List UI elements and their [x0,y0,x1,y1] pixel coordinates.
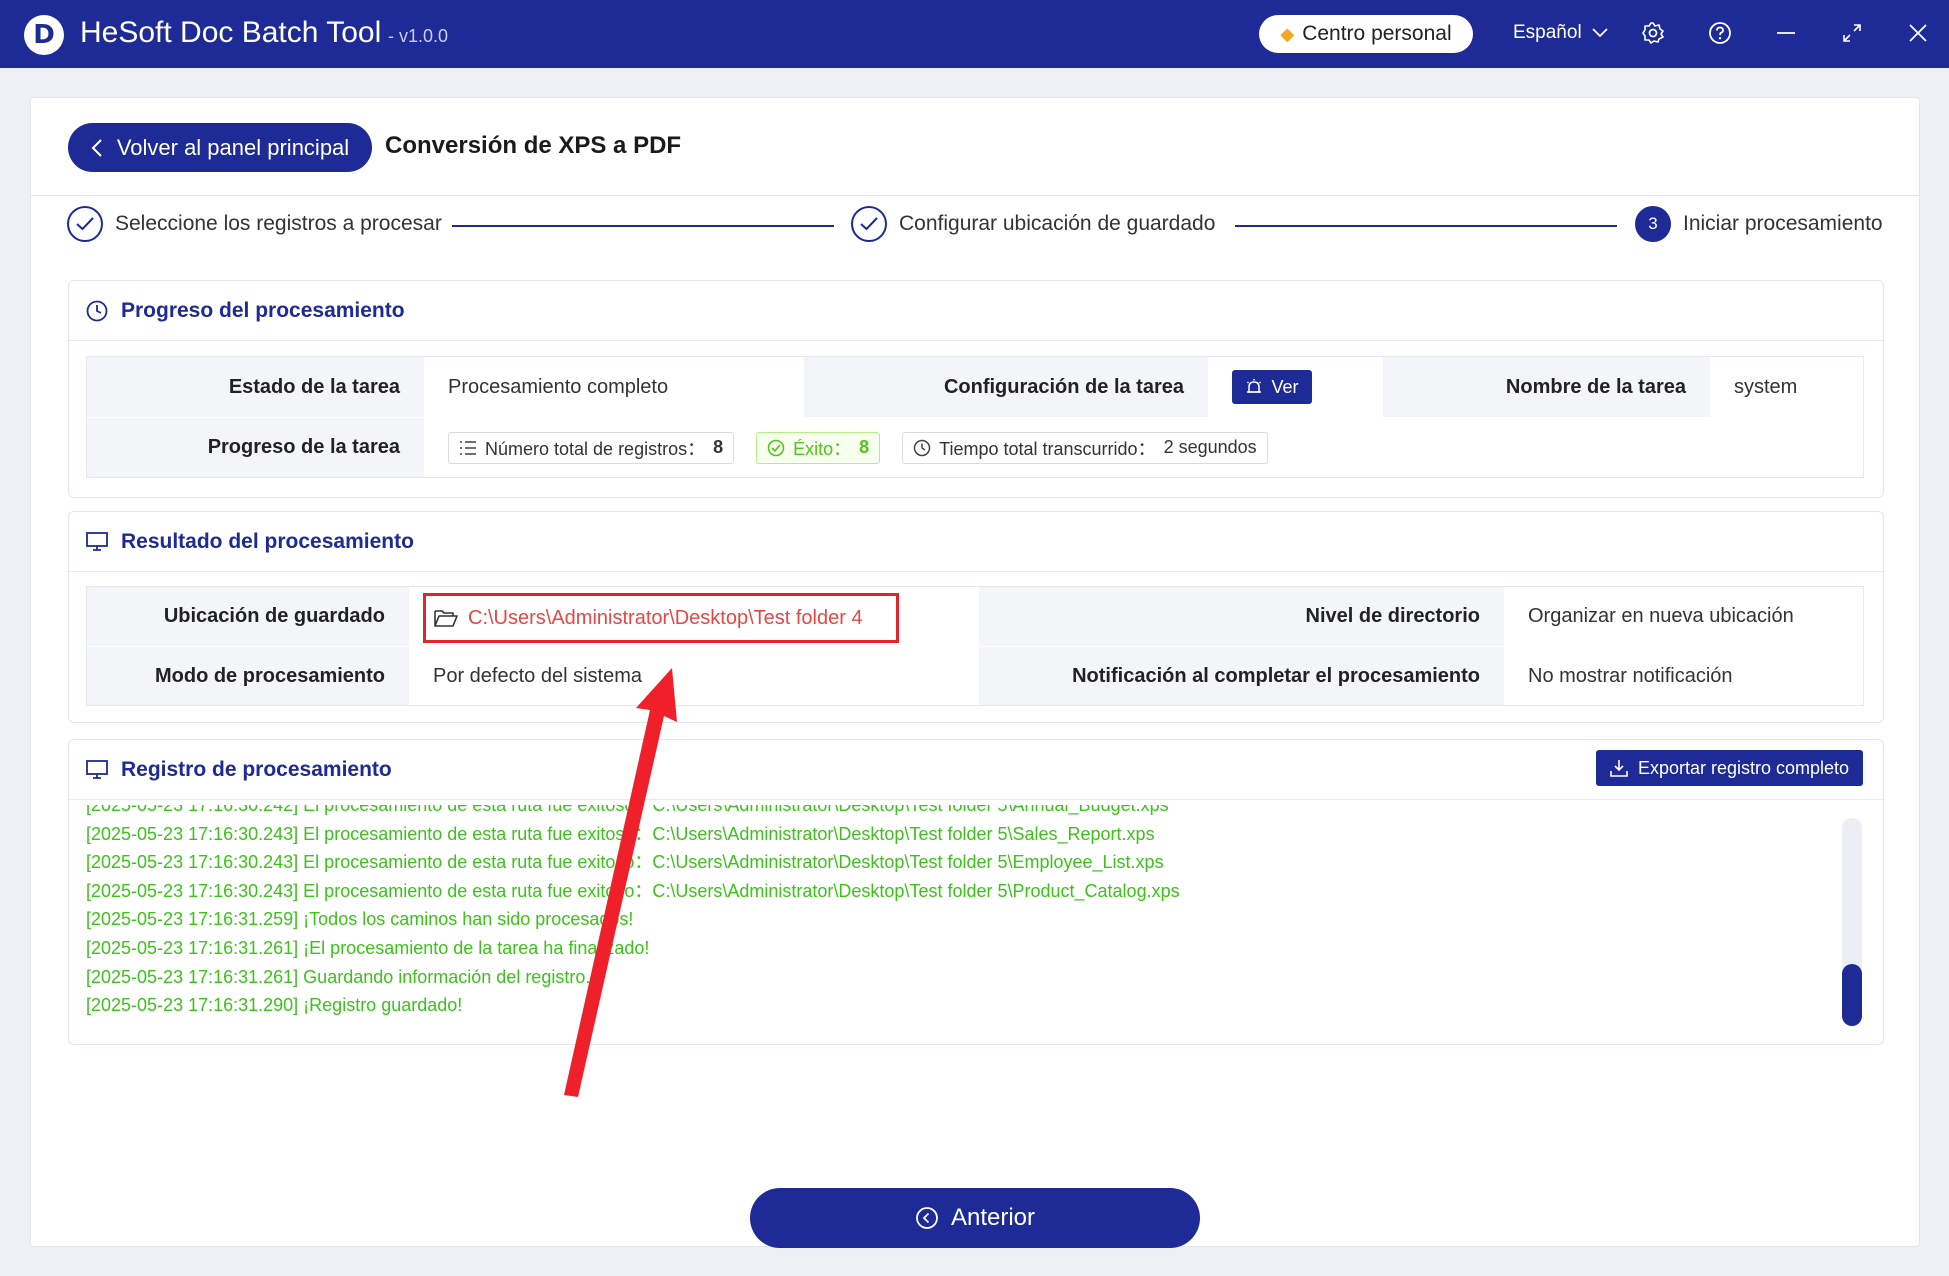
task-progress-label: Progreso de la tarea [87,418,424,477]
step-number: 3 [1635,206,1671,242]
previous-button[interactable]: Anterior [750,1188,1200,1248]
total-records-tag: Número total de registros： 8 [448,431,735,464]
log-line: [2025-05-23 17:16:31.290] ¡Registro guar… [86,995,463,1016]
save-location-value: C:\Users\Administrator\Desktop\Test fold… [468,606,863,629]
log-section-title: Registro de procesamiento [121,757,392,781]
app-title: HeSoft Doc Batch Tool [80,16,382,49]
save-location-label: Ubicación de guardado [87,587,409,646]
title-bar: D HeSoft Doc Batch Tool - v1.0.0 ◆ Centr… [0,0,1949,68]
header-divider [30,195,1920,196]
export-log-label: Exportar registro completo [1637,757,1850,778]
step-select-records: Seleccione los registros a procesar [67,206,442,242]
success-value: 8 [859,437,870,457]
step-connector [452,225,834,227]
task-status-label: Estado de la tarea [87,357,424,417]
total-records-value: 8 [713,437,724,457]
step-start-processing: 3 Iniciar procesamiento [1635,206,1883,242]
alarm-icon [1247,379,1262,393]
log-line: [2025-05-23 17:16:30.243] El procesamien… [86,852,1164,873]
processing-mode-label: Modo de procesamiento [87,647,409,705]
task-name-value: system [1710,357,1863,417]
step-save-location: Configurar ubicación de guardado [851,206,1215,242]
export-log-button[interactable]: Exportar registro completo [1596,750,1863,786]
back-button-label: Volver al panel principal [116,134,350,160]
language-label: Español [1513,22,1582,43]
step-label: Iniciar procesamiento [1683,212,1883,235]
view-button-label: Ver [1271,376,1299,397]
log-output[interactable]: [2025-05-23 17:16:30.242] El procesamien… [86,805,1846,1035]
progress-section-title: Progreso del procesamiento [121,298,405,322]
log-line: [2025-05-23 17:16:31.261] ¡El procesamie… [86,937,650,958]
result-section-title: Resultado del procesamiento [121,529,414,553]
chevron-left-icon [91,138,102,157]
log-line: [2025-05-23 17:16:30.243] El procesamien… [86,823,1155,844]
maximize-icon[interactable] [1837,18,1867,48]
view-config-button[interactable]: Ver [1232,370,1312,404]
app-logo: D [24,15,64,55]
language-selector[interactable]: Español [1513,22,1608,44]
minimize-icon[interactable] [1771,18,1801,48]
success-tag: Éxito： 8 [756,431,881,464]
elapsed-time-tag: Tiempo total transcurrido： 2 segundos [902,431,1268,464]
log-line: [2025-05-23 17:16:31.261] Guardando info… [86,966,601,987]
list-icon [460,440,476,455]
app-version: - v1.0.0 [388,26,449,46]
clock-icon [85,299,109,323]
download-icon [1610,760,1628,777]
chevron-down-icon [1592,28,1608,38]
total-records-label: Número total de registros： [485,438,706,459]
close-icon[interactable] [1903,18,1933,48]
log-line: [2025-05-23 17:16:30.243] El procesamien… [86,880,1180,901]
progress-section-header: Progreso del procesamiento [69,281,1883,341]
personal-center-label: Centro personal [1302,22,1452,45]
step-connector [1235,225,1617,227]
save-location-path[interactable]: C:\Users\Administrator\Desktop\Test fold… [423,593,899,643]
task-status-value: Procesamiento completo [424,357,803,417]
elapsed-time-label: Tiempo total transcurrido： [939,438,1156,459]
app-logo-letter: D [33,20,55,50]
settings-gear-icon[interactable] [1638,18,1668,48]
elapsed-time-value: 2 segundos [1163,437,1257,457]
step-label: Seleccione los registros a procesar [115,212,442,235]
directory-level-label: Nivel de directorio [979,587,1504,646]
clock-icon [913,439,931,456]
step-label: Configurar ubicación de guardado [899,212,1216,235]
previous-button-label: Anterior [950,1204,1036,1231]
log-scrollbar-thumb[interactable] [1842,964,1862,1026]
task-progress-tags: Número total de registros： 8 Éxito： 8 Tiem… [424,418,1863,477]
processing-mode-value: Por defecto del sistema [409,647,979,705]
arrow-left-circle-icon [916,1207,938,1229]
monitor-icon [85,758,109,782]
task-config-cell: Ver [1208,357,1382,417]
help-icon[interactable] [1705,18,1735,48]
check-icon [67,206,103,242]
monitor-icon [85,530,109,554]
completion-notification-value: No mostrar notificación [1504,647,1863,705]
back-to-dashboard-button[interactable]: Volver al panel principal [68,123,372,172]
log-line: [2025-05-23 17:16:31.259] ¡Todos los cam… [86,909,634,930]
task-name-label: Nombre de la tarea [1383,357,1710,417]
completion-notification-label: Notificación al completar el procesamien… [979,647,1504,705]
check-icon [851,206,887,242]
page-title: Conversión de XPS a PDF [385,132,682,159]
check-circle-icon [767,439,785,456]
log-line: [2025-05-23 17:16:30.242] El procesamien… [86,805,1169,815]
task-config-label: Configuración de la tarea [804,357,1208,417]
personal-center-button[interactable]: ◆ Centro personal [1259,15,1473,53]
folder-open-icon [434,610,458,627]
directory-level-value: Organizar en nueva ubicación [1504,587,1863,646]
diamond-icon: ◆ [1280,23,1295,44]
success-label: Éxito： [793,438,852,459]
result-section-header: Resultado del procesamiento [69,512,1883,572]
